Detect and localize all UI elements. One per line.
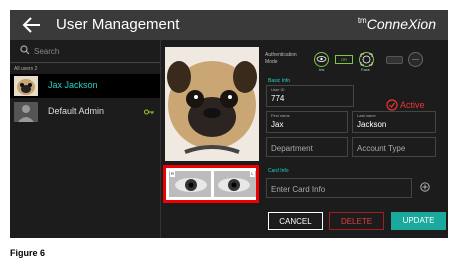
pin-icon — [412, 59, 419, 60]
user-list-item[interactable]: Jax Jackson — [10, 74, 160, 98]
user-photo[interactable] — [165, 47, 259, 161]
search-icon — [20, 45, 30, 55]
card-mode-button[interactable] — [386, 56, 403, 64]
delete-button[interactable]: DELETE — [329, 212, 384, 230]
all-users-label: All users 2 — [14, 66, 38, 72]
top-bar: User Management tmConneXion — [10, 10, 448, 40]
iris-tag-right: R — [170, 171, 175, 177]
card-info-field[interactable]: Enter Card Info — [266, 178, 412, 198]
default-avatar-icon — [14, 102, 38, 122]
department-field[interactable]: Department — [266, 137, 348, 157]
face-icon — [360, 53, 373, 66]
first-name-field[interactable]: First name Jax — [266, 111, 348, 133]
add-card-icon[interactable] — [420, 182, 430, 192]
user-management-app: User Management tmConneXion All users 2 … — [10, 10, 448, 238]
auth-mode-label-line2: Mode — [265, 59, 278, 65]
search-bar — [10, 40, 160, 63]
status-badge: Active — [400, 100, 425, 110]
or-connector[interactable]: OR — [335, 55, 353, 64]
eye-image — [169, 171, 211, 197]
face-mode-button[interactable] — [359, 52, 374, 67]
iris-capture-panel[interactable]: R L — [163, 165, 259, 203]
user-list-item[interactable]: Default Admin — [10, 100, 160, 124]
page-title: User Management — [56, 16, 180, 33]
basic-info-label: Basic Info — [268, 78, 290, 84]
cancel-button[interactable]: CANCEL — [268, 212, 323, 230]
iris-capture-left: L — [214, 171, 256, 197]
update-button[interactable]: UPDATE — [391, 212, 446, 230]
figure-caption: Figure 6 — [10, 248, 46, 258]
iris-mode-button[interactable] — [314, 52, 329, 67]
card-info-label: Card Info — [268, 168, 289, 174]
check-circle-icon — [386, 99, 398, 111]
brand-logo: tmConneXion — [357, 16, 436, 32]
account-type-field[interactable]: Account Type — [352, 137, 436, 157]
pin-mode-button[interactable] — [408, 52, 423, 67]
user-list-sidebar: All users 2 Jax Jackson Default Admin — [10, 40, 161, 238]
user-count: 2 — [34, 66, 38, 72]
last-name-field[interactable]: Last name Jackson — [352, 111, 436, 133]
iris-capture-right: R — [169, 171, 211, 197]
key-icon — [144, 109, 154, 115]
iris-tag-left: L — [250, 171, 255, 177]
user-id-field[interactable]: User ID 774 — [266, 85, 354, 107]
search-input[interactable] — [34, 43, 154, 59]
face-mode-label: Face — [361, 67, 370, 72]
user-id-value: 774 — [271, 94, 285, 103]
auth-mode-label: Authentication — [265, 52, 297, 58]
user-name: Jax Jackson — [48, 80, 98, 90]
eye-icon — [316, 56, 327, 62]
iris-mode-label: Iris — [319, 67, 325, 72]
user-avatar-pug — [14, 76, 38, 96]
user-name: Default Admin — [48, 106, 105, 116]
back-arrow-icon[interactable] — [22, 16, 42, 34]
